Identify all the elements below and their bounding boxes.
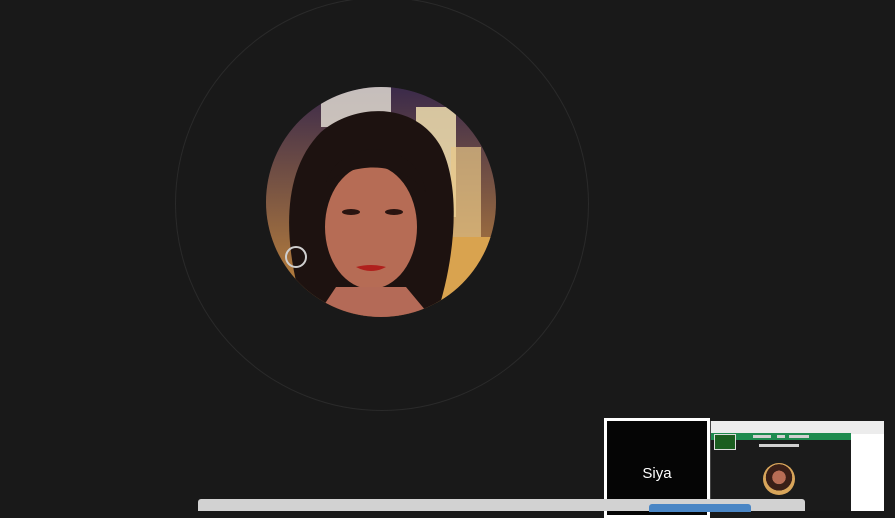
thumbnail-control-row — [759, 444, 799, 447]
thumbnail-avatar — [763, 463, 795, 495]
thumbnail-control — [753, 435, 771, 438]
self-tile-name: Siya — [642, 465, 672, 482]
participant-avatar — [266, 87, 496, 317]
bottom-bar-button[interactable] — [649, 504, 751, 512]
thumbnail-side-panel — [851, 434, 884, 511]
participant-photo — [266, 87, 496, 317]
thumbnail-control — [789, 435, 809, 438]
thumbnail-logo-icon — [714, 434, 736, 450]
thumbnail-control — [777, 435, 785, 438]
screen-share-thumbnail[interactable] — [710, 421, 884, 511]
